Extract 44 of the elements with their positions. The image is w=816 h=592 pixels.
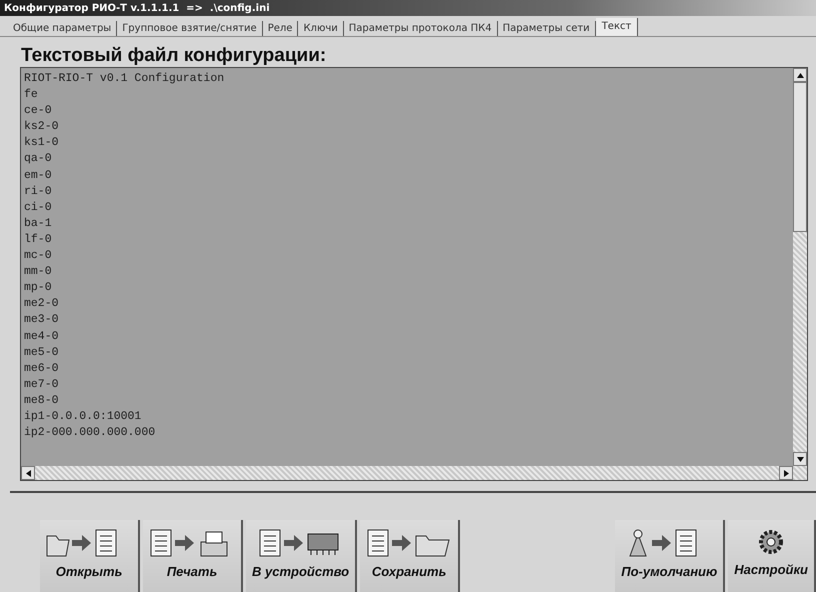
tab[interactable]: Общие параметры [8, 21, 118, 36]
tab[interactable]: Групповое взятие/снятие [117, 21, 263, 36]
text-line: me2-0 [24, 296, 60, 312]
text-line: RIOT-RIO-T v0.1 Configuration [24, 71, 226, 87]
text-line: me6-0 [24, 360, 60, 377]
text-line: em-0 [24, 168, 53, 184]
tab[interactable]: Текст [596, 18, 638, 36]
tab[interactable]: Ключи [298, 21, 344, 36]
text-line: ba-1 [24, 216, 53, 232]
save-button[interactable]: Сохранить [360, 520, 460, 592]
up-arrow-icon[interactable] [796, 72, 804, 78]
heading: Текстовый файл конфигурации: [21, 45, 328, 67]
tab[interactable]: Параметры протокола ПК4 [344, 21, 498, 36]
text-line: ri-0 [24, 184, 53, 200]
right-arrow-icon[interactable] [784, 470, 788, 476]
text-line: ip1-0.0.0.0:10001 [24, 408, 142, 425]
text-line: ip2-000.000.000.000 [24, 425, 156, 442]
text-line: mp-0 [24, 280, 53, 296]
text-line: fe [24, 87, 39, 104]
text-line: ci-0 [24, 200, 53, 216]
window-title: Конфигуратор РИО-Т v.1.1.1.1 => .\config.ini [0, 0, 816, 16]
text-line: mc-0 [24, 248, 53, 264]
device-button[interactable]: В устройство [246, 520, 358, 592]
settings-button[interactable]: Настройки [728, 520, 816, 592]
left-arrow-icon[interactable] [26, 470, 30, 476]
text-line: ks1-0 [24, 135, 60, 152]
text-line: qa-0 [24, 151, 53, 168]
text-line: ce-0 [24, 103, 53, 120]
horizontal-scrollbar[interactable] [21, 466, 807, 480]
print-button[interactable]: Печать [143, 520, 243, 592]
open-button[interactable]: Открыть [40, 520, 140, 592]
text-line: me7-0 [24, 376, 60, 393]
tab[interactable]: Реле [262, 21, 298, 36]
text-editor[interactable]: RIOT-RIO-T v0.1 Configuration fe ce-0 ks2-0 ks1-0 qa-0 em-0 ri-0 ci-0 ba-1 lf-0 mc-0 mm-0 mp-0 me2-0 me3-0 me4-0 me5-0 me6-0 me7-0 me8-0 ip1-0.0.0.0:10001 ip2-000.000.000.000 [20, 67, 808, 481]
text-line: ks2-0 [24, 119, 60, 136]
text-line: lf-0 [24, 232, 53, 248]
text-line: me4-0 [24, 328, 60, 344]
text-line: mm-0 [24, 264, 53, 280]
text-line: me3-0 [24, 312, 60, 328]
text-line: me8-0 [24, 392, 60, 409]
defaults-button[interactable]: По-умолчанию [615, 520, 726, 592]
text-line: me5-0 [24, 344, 60, 361]
down-arrow-icon[interactable] [796, 456, 804, 462]
vertical-scrollbar[interactable] [793, 68, 807, 466]
